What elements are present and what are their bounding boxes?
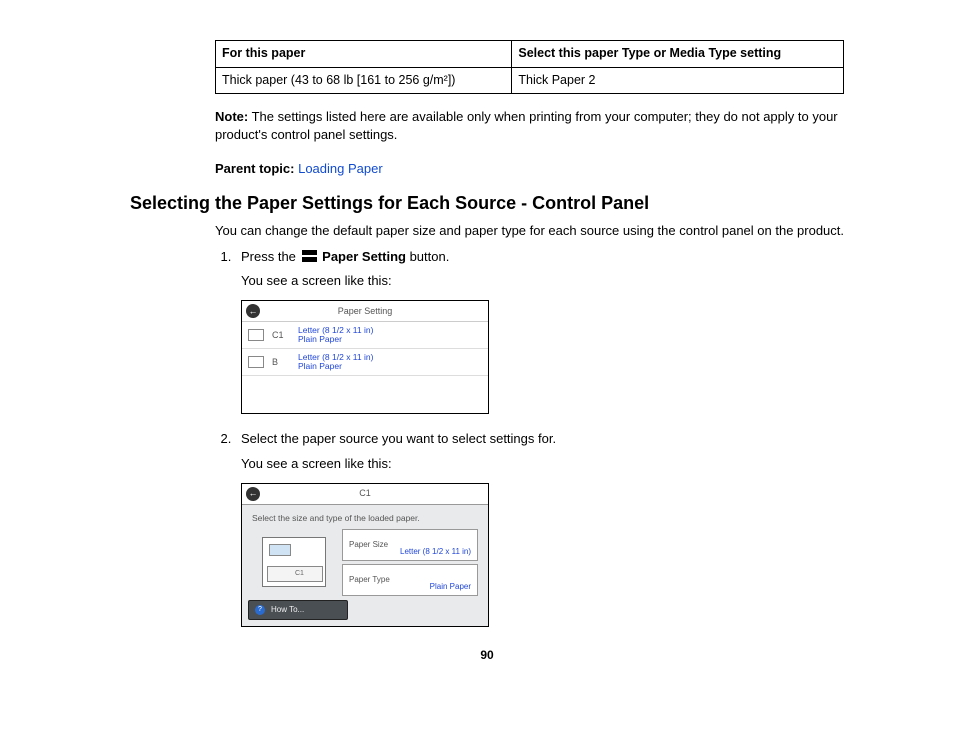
tray-label: B bbox=[272, 356, 298, 369]
tray-row-c1[interactable]: C1 Letter (8 1/2 x 11 in) Plain Paper bbox=[242, 322, 488, 349]
table-header: Select this paper Type or Media Type set… bbox=[512, 41, 844, 68]
parent-topic: Parent topic: Loading Paper bbox=[215, 160, 844, 178]
paper-setting-icon bbox=[302, 250, 317, 262]
how-to-label: How To... bbox=[271, 604, 304, 615]
tray-icon bbox=[248, 329, 264, 341]
note-text: The settings listed here are available o… bbox=[215, 109, 838, 142]
step1-post: button. bbox=[406, 249, 449, 264]
tray-value: Letter (8 1/2 x 11 in) Plain Paper bbox=[298, 326, 373, 345]
tray-icon bbox=[248, 356, 264, 368]
tray-type: Plain Paper bbox=[298, 335, 373, 344]
table-header: For this paper bbox=[216, 41, 512, 68]
screenshot-title: Paper Setting bbox=[242, 305, 488, 318]
step-2: Select the paper source you want to sele… bbox=[235, 430, 844, 626]
table-cell: Thick paper (43 to 68 lb [161 to 256 g/m… bbox=[216, 67, 512, 94]
parent-topic-label: Parent topic: bbox=[215, 161, 294, 176]
paper-type-row[interactable]: Paper Type Plain Paper bbox=[342, 564, 478, 596]
step1-pre: Press the bbox=[241, 249, 300, 264]
step2-sub: You see a screen like this: bbox=[241, 455, 844, 473]
tray-type: Plain Paper bbox=[298, 362, 373, 371]
tray-label: C1 bbox=[272, 329, 298, 342]
screenshot-prompt: Select the size and type of the loaded p… bbox=[242, 505, 488, 529]
intro-text: You can change the default paper size an… bbox=[215, 222, 844, 240]
screenshot-header: ← Paper Setting bbox=[242, 301, 488, 322]
paper-type-table: For this paper Select this paper Type or… bbox=[215, 40, 844, 94]
section-heading: Selecting the Paper Settings for Each So… bbox=[130, 191, 844, 216]
page-number: 90 bbox=[130, 647, 844, 664]
tray-value: Letter (8 1/2 x 11 in) Plain Paper bbox=[298, 353, 373, 372]
screenshot-title: C1 bbox=[242, 487, 488, 500]
tray-row-b[interactable]: B Letter (8 1/2 x 11 in) Plain Paper bbox=[242, 349, 488, 376]
printer-illustration: C1 bbox=[252, 529, 334, 593]
parent-topic-link[interactable]: Loading Paper bbox=[298, 161, 383, 176]
step2-text: Select the paper source you want to sele… bbox=[241, 431, 556, 446]
screenshot-paper-setting: ← Paper Setting C1 Letter (8 1/2 x 11 in… bbox=[241, 300, 489, 414]
screenshot-c1: ← C1 Select the size and type of the loa… bbox=[241, 483, 489, 627]
step-1: Press the Paper Setting button. You see … bbox=[235, 248, 844, 414]
question-icon: ? bbox=[255, 605, 265, 615]
note-label: Note: bbox=[215, 109, 248, 124]
how-to-button[interactable]: ? How To... bbox=[248, 600, 348, 620]
setting-value: Plain Paper bbox=[430, 581, 471, 592]
step1-sub: You see a screen like this: bbox=[241, 272, 844, 290]
screenshot-header: ← C1 bbox=[242, 484, 488, 505]
step1-button-label: Paper Setting bbox=[322, 249, 406, 264]
setting-value: Letter (8 1/2 x 11 in) bbox=[400, 546, 471, 557]
table-cell: Thick Paper 2 bbox=[512, 67, 844, 94]
note-block: Note: The settings listed here are avail… bbox=[215, 108, 844, 144]
paper-size-row[interactable]: Paper Size Letter (8 1/2 x 11 in) bbox=[342, 529, 478, 561]
